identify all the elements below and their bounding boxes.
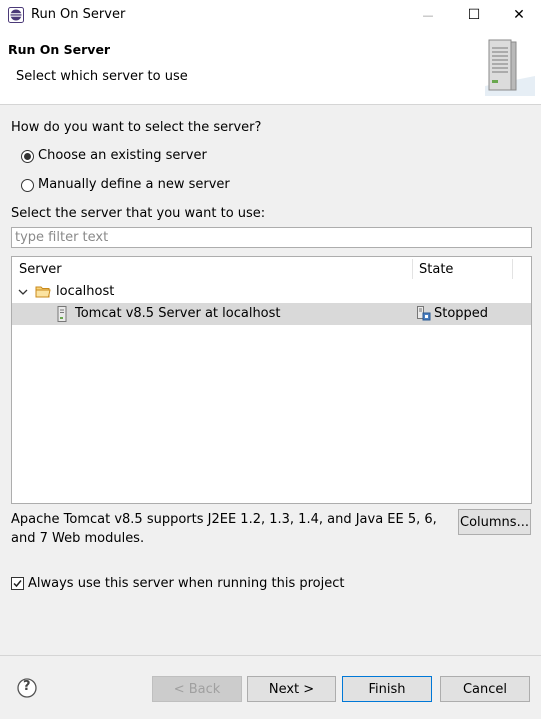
- close-icon: ✕: [513, 7, 525, 23]
- server-stopped-icon: [417, 306, 431, 321]
- server-state: Stopped: [434, 306, 489, 321]
- filter-input[interactable]: [11, 227, 532, 248]
- wizard-content: How do you want to select the server? Ch…: [0, 106, 541, 655]
- column-divider[interactable]: [412, 259, 413, 279]
- column-divider[interactable]: [512, 259, 513, 279]
- next-button[interactable]: Next >: [247, 676, 336, 702]
- wizard-header: Run On Server Select which server to use: [0, 32, 541, 105]
- checkmark-icon: [13, 580, 22, 588]
- radio-existing-label[interactable]: Choose an existing server: [38, 148, 207, 163]
- help-glyph[interactable]: ?: [23, 679, 31, 694]
- maximize-button[interactable]: ☐: [451, 0, 497, 30]
- column-server[interactable]: Server: [19, 262, 62, 277]
- minimize-icon: —: [422, 8, 434, 22]
- tree-header: Server State: [12, 257, 531, 281]
- server-icon: [57, 306, 67, 322]
- finish-button[interactable]: Finish: [342, 676, 432, 702]
- radio-existing-indicator[interactable]: [21, 150, 34, 163]
- server-description: Apache Tomcat v8.5 supports J2EE 1.2, 1.…: [11, 512, 437, 546]
- always-use-checkbox[interactable]: [11, 577, 24, 590]
- close-button[interactable]: ✕: [496, 0, 541, 30]
- wizard-title: Run On Server: [8, 42, 111, 57]
- radio-new-label[interactable]: Manually define a new server: [38, 177, 230, 192]
- server-tower-icon: [485, 39, 535, 96]
- folder-icon: [35, 286, 51, 298]
- footer-separator: [0, 655, 541, 656]
- chevron-down-icon[interactable]: [18, 287, 28, 297]
- server-name: Tomcat v8.5 Server at localhost: [75, 306, 281, 321]
- eclipse-app-icon: [8, 7, 24, 23]
- maximize-icon: ☐: [467, 7, 481, 23]
- server-list-label: Select the server that you want to use:: [11, 206, 266, 221]
- window-titlebar: Run On Server — ☐ ✕: [0, 0, 541, 32]
- tree-group-label: localhost: [56, 284, 115, 299]
- minimize-button[interactable]: —: [405, 0, 451, 30]
- tree-row-localhost[interactable]: localhost: [12, 281, 531, 303]
- server-tree[interactable]: Server State localhost Tomcat v8.5 Serve…: [11, 256, 532, 504]
- selection-question: How do you want to select the server?: [11, 120, 262, 135]
- tree-row-tomcat[interactable]: Tomcat v8.5 Server at localhost Stopped: [12, 303, 531, 325]
- radio-new-indicator[interactable]: [21, 179, 34, 192]
- wizard-description: Select which server to use: [16, 69, 188, 84]
- column-state[interactable]: State: [419, 262, 453, 277]
- window-title: Run On Server: [31, 7, 126, 22]
- columns-button[interactable]: Columns...: [458, 509, 531, 535]
- cancel-button[interactable]: Cancel: [440, 676, 530, 702]
- back-button[interactable]: < Back: [152, 676, 242, 702]
- always-use-label[interactable]: Always use this server when running this…: [28, 576, 345, 591]
